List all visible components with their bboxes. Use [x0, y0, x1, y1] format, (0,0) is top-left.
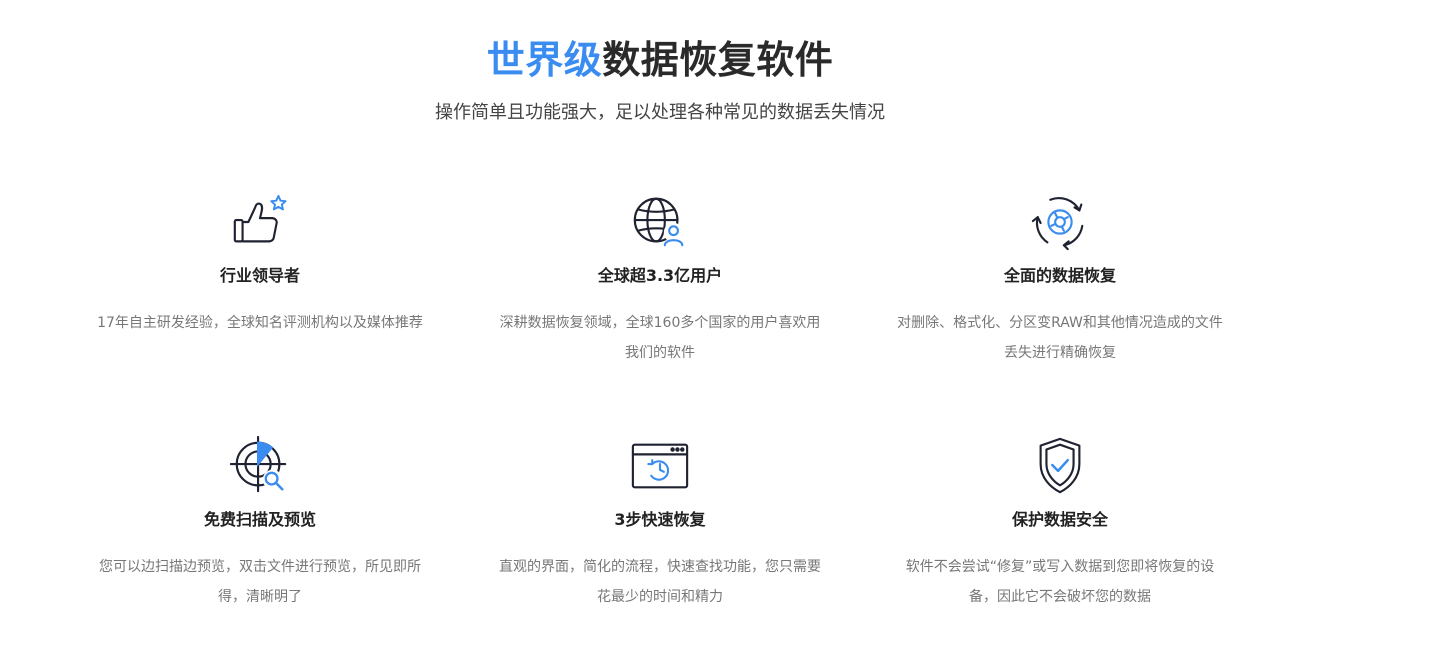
- feature-description: 17年自主研发经验，全球知名评测机构以及媒体推荐: [97, 315, 423, 331]
- feature-data-safety: 保护数据安全 软件不会尝试“修复”或写入数据到您即将恢复的设备，因此它不会破坏您…: [860, 434, 1260, 634]
- feature-description: 对删除、格式化、分区变RAW和其他情况造成的文件丢失进行精确恢复: [897, 315, 1223, 361]
- radar-scan-icon: [228, 434, 292, 498]
- feature-grid: 行业领导者 17年自主研发经验，全球知名评测机构以及媒体推荐 全球超3.3亿用户…: [60, 190, 1260, 634]
- feature-global-users: 全球超3.3亿用户 深耕数据恢复领域，全球160多个国家的用户喜欢用我们的软件: [460, 190, 860, 434]
- feature-title: 全面的数据恢复: [1003, 266, 1116, 285]
- page-subtitle: 操作简单且功能强大，足以处理各种常见的数据丢失情况: [435, 102, 885, 123]
- hero-section: 世界级数据恢复软件 操作简单且功能强大，足以处理各种常见的数据丢失情况: [0, 36, 1320, 126]
- globe-user-icon: [628, 190, 692, 254]
- feature-quick-recovery: 3步快速恢复 直观的界面，简化的流程，快速查找功能，您只需要花最少的时间和精力: [460, 434, 860, 634]
- browser-history-icon: [628, 434, 692, 498]
- feature-description: 直观的界面，简化的流程，快速查找功能，您只需要花最少的时间和精力: [499, 559, 821, 605]
- feature-description: 您可以边扫描边预览，双击文件进行预览，所见即所得，清晰明了: [99, 559, 421, 605]
- feature-industry-leader: 行业领导者 17年自主研发经验，全球知名评测机构以及媒体推荐: [60, 190, 460, 434]
- shield-check-icon: [1028, 434, 1092, 498]
- thumbs-up-star-icon: [228, 190, 292, 254]
- feature-title: 3步快速恢复: [614, 510, 706, 529]
- feature-full-recovery: 全面的数据恢复 对删除、格式化、分区变RAW和其他情况造成的文件丢失进行精确恢复: [860, 190, 1260, 434]
- feature-title: 全球超3.3亿用户: [597, 266, 723, 285]
- recovery-cycle-icon: [1028, 190, 1092, 254]
- page-title-rest: 数据恢复软件: [602, 38, 834, 82]
- feature-description: 软件不会尝试“修复”或写入数据到您即将恢复的设备，因此它不会破坏您的数据: [905, 559, 1215, 605]
- feature-description: 深耕数据恢复领域，全球160多个国家的用户喜欢用我们的软件: [499, 315, 821, 361]
- page-title-accent: 世界级: [486, 38, 603, 82]
- feature-title: 行业领导者: [219, 266, 300, 285]
- feature-free-scan: 免费扫描及预览 您可以边扫描边预览，双击文件进行预览，所见即所得，清晰明了: [60, 434, 460, 634]
- feature-title: 免费扫描及预览: [203, 510, 316, 529]
- feature-title: 保护数据安全: [1011, 510, 1108, 529]
- page-title: 世界级数据恢复软件: [0, 36, 1320, 84]
